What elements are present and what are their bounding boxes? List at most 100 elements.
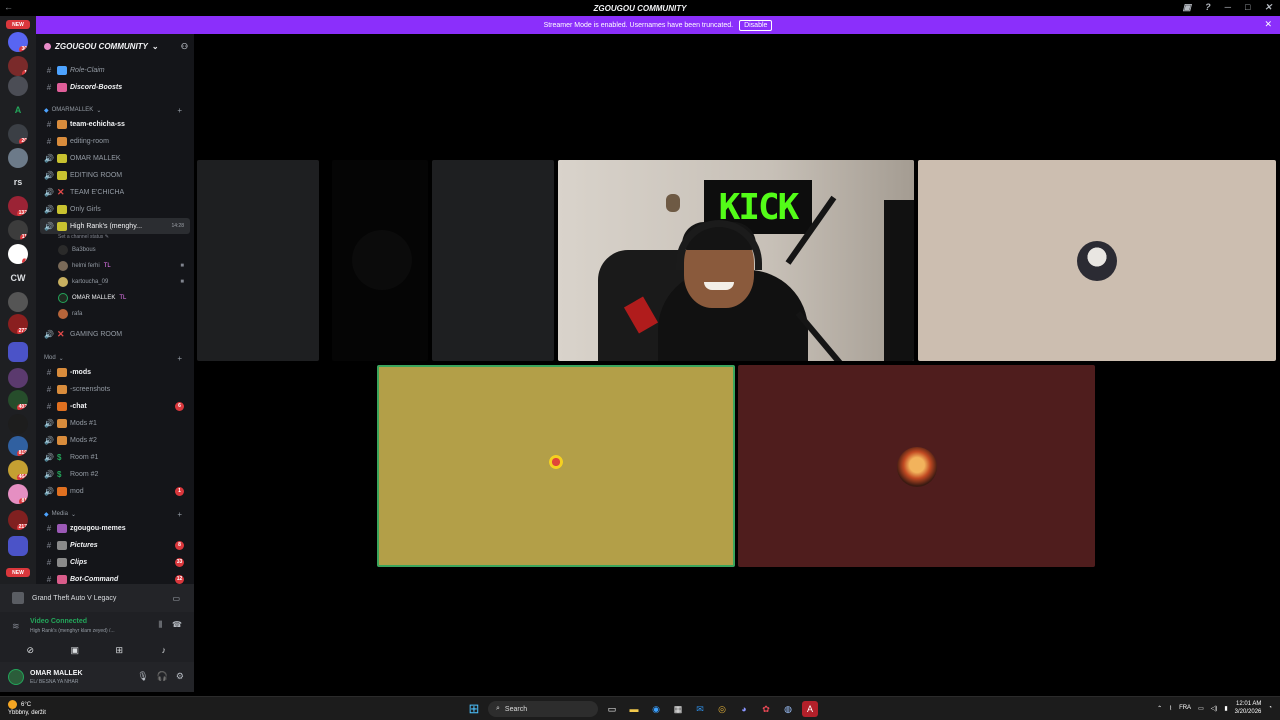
channel-role-claim[interactable]: # Role-Claim	[40, 62, 190, 78]
voice-channel-editing-room[interactable]: 🔊 EDITING ROOM	[40, 167, 190, 183]
server-icon[interactable]: 1	[8, 56, 28, 76]
category-mod[interactable]: Mod ⌄ +	[44, 352, 190, 364]
clock[interactable]: 12:01 AM 3/20/2026	[1235, 700, 1262, 716]
mail-icon[interactable]: ✉	[692, 701, 708, 717]
network-icon[interactable]: ⌇	[1169, 705, 1172, 712]
close-banner-icon[interactable]: ✕	[1264, 19, 1272, 30]
discord-icon[interactable]: ◕	[736, 701, 752, 717]
activity-panel[interactable]: Grand Theft Auto V Legacy ▭	[0, 584, 194, 612]
store-icon[interactable]: ▦	[670, 701, 686, 717]
video-tile-speaking[interactable]	[377, 365, 735, 567]
channel-team-echicha-ss[interactable]: # team-echicha-ss	[40, 116, 190, 132]
video-tile-camera[interactable]: KICK	[558, 160, 914, 361]
voice-user[interactable]: helmi ferhi TL ■	[58, 259, 188, 273]
server-icon[interactable]: 464	[8, 460, 28, 480]
channel-clips[interactable]: # Clips 33	[40, 554, 190, 570]
channel-status-hint[interactable]: Set a channel status ✎	[58, 234, 109, 240]
server-folder-icon[interactable]	[8, 342, 28, 362]
settings-gear-icon[interactable]: ⚙	[176, 671, 184, 682]
voice-user-self[interactable]: OMAR MALLEK TL	[58, 291, 188, 305]
add-channel-icon[interactable]: +	[177, 354, 182, 363]
task-view-icon[interactable]: ▭	[604, 701, 620, 717]
voice-channel-name[interactable]: High Rank's (menghyr klam zeyed) /...	[30, 628, 115, 634]
server-icon[interactable]	[8, 76, 28, 96]
notifications-icon[interactable]: ◔	[1268, 705, 1272, 711]
active-app-icon[interactable]: A	[802, 701, 818, 717]
voice-channel-omar-mallek[interactable]: 🔊 OMAR MALLEK	[40, 150, 190, 166]
invite-people-icon[interactable]: ⚇	[181, 42, 188, 51]
file-explorer-icon[interactable]: ▬	[626, 701, 642, 717]
server-text-icon[interactable]: A	[8, 100, 28, 120]
screen-share-icon[interactable]: ▭	[172, 594, 180, 603]
server-icon[interactable]: 20	[8, 124, 28, 144]
video-tile-empty[interactable]	[197, 160, 319, 361]
channel-zgougou-memes[interactable]: # zgougou-memes	[40, 520, 190, 536]
channel-bot-command[interactable]: # Bot-Command 12	[40, 571, 190, 584]
minimize-icon[interactable]: ─	[1225, 2, 1231, 13]
maximize-icon[interactable]: □	[1245, 2, 1250, 13]
avatar[interactable]	[8, 669, 24, 685]
channel-mods[interactable]: # -mods	[40, 364, 190, 380]
voice-channel-mods-2[interactable]: 🔊 Mods #2	[40, 432, 190, 448]
weather-widget[interactable]: 6°C Ybbbny, deržit	[8, 700, 46, 717]
server-icon[interactable]	[8, 292, 28, 312]
steam-icon[interactable]: ◍	[780, 701, 796, 717]
channel-screenshots[interactable]: # -screenshots	[40, 381, 190, 397]
voice-channel-high-ranks[interactable]: 🔊 High Rank's (menghy... 14:28	[40, 218, 190, 234]
server-text-icon[interactable]: rs	[8, 172, 28, 192]
chevron-up-icon[interactable]: ⌃	[1157, 705, 1162, 712]
server-icon[interactable]: 217	[8, 510, 28, 530]
camera-off-icon[interactable]: ⊘	[12, 643, 48, 657]
server-icon[interactable]: 11	[8, 220, 28, 240]
activities-icon[interactable]: ⊞	[101, 643, 137, 657]
taskbar-search[interactable]: ⌕ Search	[488, 701, 598, 717]
server-icon[interactable]	[8, 368, 28, 388]
channel-discord-boosts[interactable]: # Discord-Boosts	[40, 79, 190, 95]
signal-icon[interactable]: ≋	[12, 621, 20, 632]
voice-user[interactable]: kartoucha_09 ■	[58, 275, 188, 289]
server-icon[interactable]: 402	[8, 390, 28, 410]
server-icon[interactable]	[8, 414, 28, 434]
server-icon[interactable]: 81	[8, 484, 28, 504]
server-text-icon[interactable]: CW	[8, 268, 28, 288]
voice-user[interactable]: Ba3bous	[58, 243, 188, 257]
add-channel-icon[interactable]: +	[177, 510, 182, 519]
guild-header[interactable]: ZGOUGOU COMMUNITY ⌄ ⚇	[36, 34, 194, 58]
edge-browser-icon[interactable]: ◉	[648, 701, 664, 717]
video-tile-avatar[interactable]	[738, 365, 1095, 567]
voice-channel-mods-1[interactable]: 🔊 Mods #1	[40, 415, 190, 431]
category-omarmallek[interactable]: ◆ OMARMALLEK ⌄ +	[44, 104, 190, 116]
channel-editing-room[interactable]: # editing-room	[40, 133, 190, 149]
disconnect-icon[interactable]: ☎	[172, 620, 182, 630]
noise-suppression-icon[interactable]: ⫼	[158, 620, 162, 630]
voice-channel-gaming-room[interactable]: 🔊 ✕ GAMING ROOM	[40, 326, 190, 342]
help-icon[interactable]: ?	[1205, 2, 1211, 13]
channel-pictures[interactable]: # Pictures 8	[40, 537, 190, 553]
channel-chat[interactable]: # -chat 6	[40, 398, 190, 414]
share-screen-icon[interactable]: ▣	[57, 643, 93, 657]
display-icon[interactable]: ▭	[1198, 705, 1204, 712]
add-channel-icon[interactable]: +	[177, 106, 182, 115]
voice-channel-team-echicha[interactable]: 🔊 ✕ TEAM E'CHICHA	[40, 184, 190, 200]
server-icon[interactable]: 132	[8, 196, 28, 216]
server-icon[interactable]: 272	[8, 314, 28, 334]
volume-icon[interactable]: ◁)	[1211, 705, 1218, 712]
language-indicator[interactable]: FRA	[1179, 705, 1191, 711]
app-icon[interactable]: ✿	[758, 701, 774, 717]
voice-channel-room-2[interactable]: 🔊 $ Room #2	[40, 466, 190, 482]
close-window-icon[interactable]: ✕	[1264, 2, 1272, 13]
voice-status[interactable]: Video Connected	[30, 618, 87, 625]
server-icon[interactable]: 30	[8, 32, 28, 52]
inbox-icon[interactable]: ▣	[1183, 2, 1192, 13]
battery-icon[interactable]: ▮	[1224, 705, 1227, 712]
username[interactable]: OMAR MALLEK	[30, 670, 83, 677]
server-icon[interactable]	[8, 148, 28, 168]
chrome-icon[interactable]: ◎	[714, 701, 730, 717]
voice-channel-room-1[interactable]: 🔊 $ Room #1	[40, 449, 190, 465]
voice-channel-only-girls[interactable]: 🔊 Only Girls	[40, 201, 190, 217]
server-icon[interactable]: 7	[8, 244, 28, 264]
video-tile-empty[interactable]	[432, 160, 554, 361]
windows-start-icon[interactable]: ⊞	[466, 701, 482, 717]
video-tile-dark[interactable]	[332, 160, 428, 361]
headphones-icon[interactable]: 🎧	[157, 671, 168, 682]
